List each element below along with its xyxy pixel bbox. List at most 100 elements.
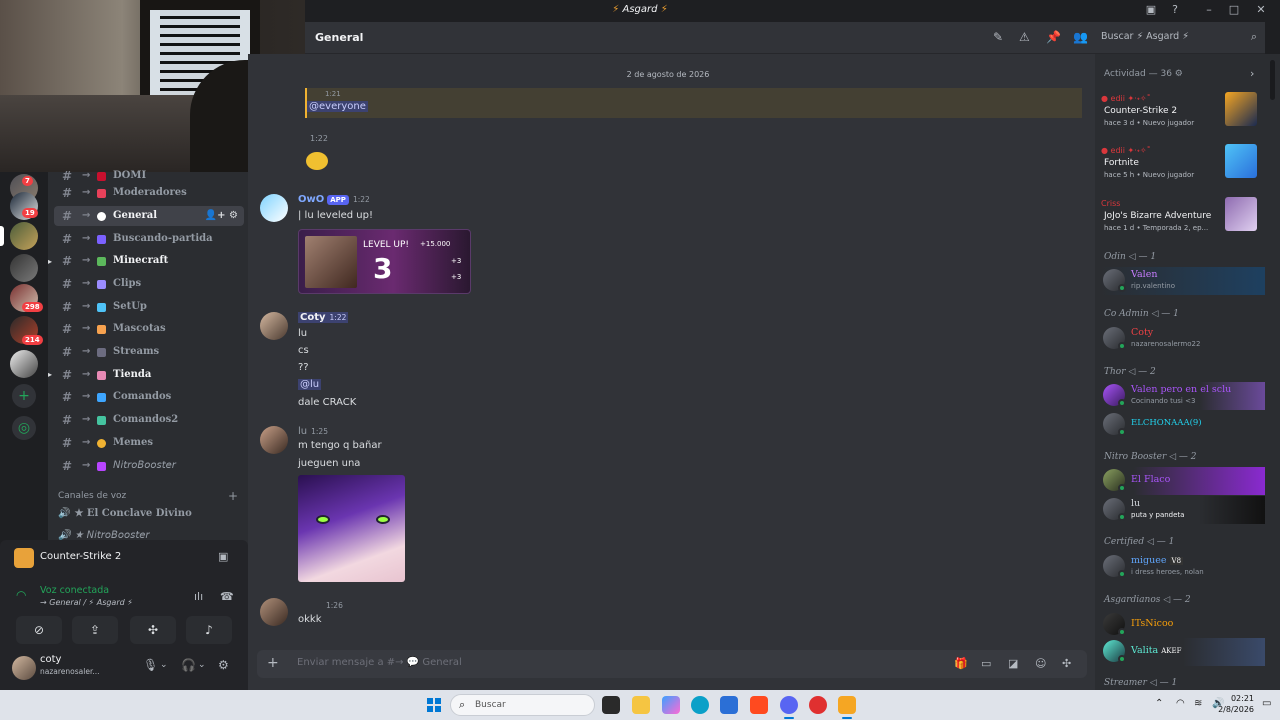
message-author[interactable]: OwO APP 1:22 xyxy=(298,194,370,205)
member-row[interactable]: lu puta y pandeta xyxy=(1101,496,1265,524)
level-up-card[interactable]: LEVEL UP! 3 +15.000 +3 +3 xyxy=(298,229,471,294)
channel-item-general[interactable]: # → General 👤+ ⚙ xyxy=(54,206,244,226)
store-icon[interactable] xyxy=(720,696,738,714)
folder-icon[interactable] xyxy=(632,696,650,714)
chevron-down-icon[interactable]: ⌄ xyxy=(198,660,206,670)
member-row[interactable]: Coty nazarenosalermo22 xyxy=(1101,325,1265,353)
channel-item-nitrobooster[interactable]: # → 𝘕𝘪𝘵𝘳𝘰𝘉𝘰𝘰𝘴𝘵𝘦𝘳 xyxy=(54,456,244,476)
counter-strike-icon[interactable] xyxy=(838,696,856,719)
member-row[interactable]: ELCHONAAA(9) xyxy=(1101,411,1265,439)
headphones-icon[interactable]: 🎧 xyxy=(181,658,196,672)
member-row[interactable]: Valita AKEF xyxy=(1101,638,1265,666)
voice-location[interactable]: → General / ⚡ Asgard ⚡ xyxy=(40,598,133,607)
channel-item-setup[interactable]: # → SetUp xyxy=(54,297,244,317)
channel-item-clips[interactable]: # → Clips xyxy=(54,274,244,294)
members-icon[interactable]: 👥 xyxy=(1073,30,1088,44)
windows-start-icon[interactable] xyxy=(427,698,441,712)
signal-icon[interactable]: ◠ xyxy=(16,588,26,602)
member-row[interactable]: El Flaco xyxy=(1101,467,1265,495)
soundboard-button[interactable]: ♪ xyxy=(186,616,232,644)
taskbar-search[interactable]: ⌕ Buscar xyxy=(450,694,595,716)
notifications-icon[interactable]: ▭ xyxy=(1262,698,1271,709)
mention-message[interactable]: 1:21 @everyone xyxy=(305,88,1082,118)
discord-icon[interactable] xyxy=(780,696,798,719)
activity-item[interactable]: ● edii ✦·˖✧˚ Counter-Strike 2 hace 3 d •… xyxy=(1101,92,1265,138)
user-mention[interactable]: @lu xyxy=(298,379,322,390)
message-input[interactable]: Enviar mensaje a #→ 💬 General xyxy=(297,657,462,668)
channel-item-mascotas[interactable]: # → Mascotas xyxy=(54,319,244,339)
chevron-down-icon[interactable]: ⌄ xyxy=(160,660,168,670)
image-attachment[interactable] xyxy=(298,475,405,582)
message-composer[interactable]: + Enviar mensaje a #→ 💬 General 🎁 ▭ ◪ ☺ … xyxy=(257,650,1087,678)
close-button[interactable]: ✕ xyxy=(1252,3,1270,16)
activity-item[interactable]: Criss JoJo's Bizarre Adventure hace 1 d … xyxy=(1101,197,1265,243)
add-channel-icon[interactable]: + xyxy=(228,489,238,503)
disconnect-icon[interactable]: ☎ xyxy=(220,590,234,603)
discover-icon[interactable]: ◎ xyxy=(12,416,36,440)
member-list-scrollbar[interactable] xyxy=(1267,54,1280,690)
emoji-icon[interactable]: ☺ xyxy=(1035,657,1046,670)
member-row[interactable]: Valen pero en el sclu Cocinando tusi <3 xyxy=(1101,382,1265,410)
chevron-up-icon[interactable]: ⌃ xyxy=(1155,698,1163,709)
add-server-icon[interactable]: + xyxy=(12,384,36,408)
member-row[interactable]: Valen rip.valentino xyxy=(1101,267,1265,295)
server-icon[interactable] xyxy=(10,254,38,282)
network-icon[interactable]: ◠ xyxy=(1176,698,1185,709)
avatar[interactable] xyxy=(260,426,288,454)
username[interactable]: coty xyxy=(40,654,61,665)
activity-item[interactable]: ● edii ✦·˖✧˚ Fortnite hace 5 h • Nuevo j… xyxy=(1101,144,1265,190)
activities-button[interactable]: ✣ xyxy=(130,616,176,644)
app-icon[interactable] xyxy=(809,696,827,714)
search-input[interactable]: Buscar ⚡ Asgard ⚡ xyxy=(1101,31,1251,47)
brave-icon[interactable] xyxy=(750,696,768,714)
gif-icon[interactable]: ▭ xyxy=(981,657,991,670)
channel-item-moderadores[interactable]: # → Moderadores xyxy=(54,183,244,203)
noise-suppression-icon[interactable]: ılı xyxy=(194,590,203,603)
channel-item-tienda[interactable]: # → Tienda xyxy=(54,365,244,385)
screen-share-button[interactable]: ⇪ xyxy=(72,616,118,644)
chevron-right-icon[interactable]: › xyxy=(1250,67,1254,80)
activity-icon[interactable]: ▣ xyxy=(218,550,232,564)
avatar[interactable] xyxy=(260,194,288,222)
avatar[interactable] xyxy=(260,312,288,340)
wifi-icon[interactable]: ≋ xyxy=(1194,698,1202,709)
message-author[interactable]: Coty 1:22 xyxy=(298,312,349,323)
search-box[interactable]: Buscar ⚡ Asgard ⚡ ⌕ xyxy=(1095,22,1265,54)
sticker-icon[interactable]: ◪ xyxy=(1008,657,1018,670)
mute-icon[interactable]: ⚠ xyxy=(1019,30,1030,44)
server-icon[interactable] xyxy=(10,350,38,378)
file-explorer-task-icon[interactable] xyxy=(602,696,620,714)
voice-status[interactable]: Voz conectada xyxy=(40,585,109,596)
minimize-button[interactable]: – xyxy=(1200,3,1218,16)
message-author[interactable]: lu 1:25 xyxy=(298,426,328,437)
channel-item-comandos[interactable]: # → Comandos xyxy=(54,387,244,407)
app-icon[interactable] xyxy=(662,696,680,714)
gift-icon[interactable]: 🎁 xyxy=(954,657,968,670)
server-icon-asgard[interactable] xyxy=(10,222,38,250)
channel-item-minecraft[interactable]: # → Minecraft xyxy=(54,251,244,271)
voice-channel-item[interactable]: 🔊 ★ El Conclave Divino xyxy=(58,508,248,519)
member-row[interactable]: ITsNicoo xyxy=(1101,611,1265,639)
now-playing[interactable]: Counter-Strike 2 ▣ xyxy=(0,540,248,576)
channel-item-buscando-partida[interactable]: # → Buscando-partida xyxy=(54,229,244,249)
avatar[interactable] xyxy=(260,598,288,626)
avatar[interactable] xyxy=(12,656,36,680)
clock[interactable]: 02:21 2/8/2026 xyxy=(1210,693,1254,715)
help-icon[interactable]: ? xyxy=(1166,3,1184,16)
camera-button[interactable]: ⊘ xyxy=(16,616,62,644)
apps-icon[interactable]: ✣ xyxy=(1062,657,1071,670)
everyone-mention[interactable]: @everyone xyxy=(307,101,368,112)
inbox-icon[interactable]: ▣ xyxy=(1142,3,1160,16)
gear-icon[interactable]: ⚙ xyxy=(218,658,229,672)
member-row[interactable]: miguee V8 i dress heroes, nolan xyxy=(1101,553,1265,581)
voice-section-header[interactable]: Canales de voz + xyxy=(58,489,238,503)
channel-item-streams[interactable]: # → Streams xyxy=(54,342,244,362)
maximize-button[interactable]: □ xyxy=(1225,3,1243,16)
invite-and-settings-icons[interactable]: 👤+ ⚙ xyxy=(205,206,238,226)
edge-icon[interactable] xyxy=(691,696,709,714)
channel-item-memes[interactable]: # → Memes xyxy=(54,433,244,453)
pin-icon[interactable]: 📌 xyxy=(1046,30,1061,44)
add-attachment-icon[interactable]: + xyxy=(267,655,279,671)
channel-item-comandos2[interactable]: # → Comandos2 xyxy=(54,410,244,430)
microphone-icon[interactable]: 🎙 xyxy=(143,658,158,672)
